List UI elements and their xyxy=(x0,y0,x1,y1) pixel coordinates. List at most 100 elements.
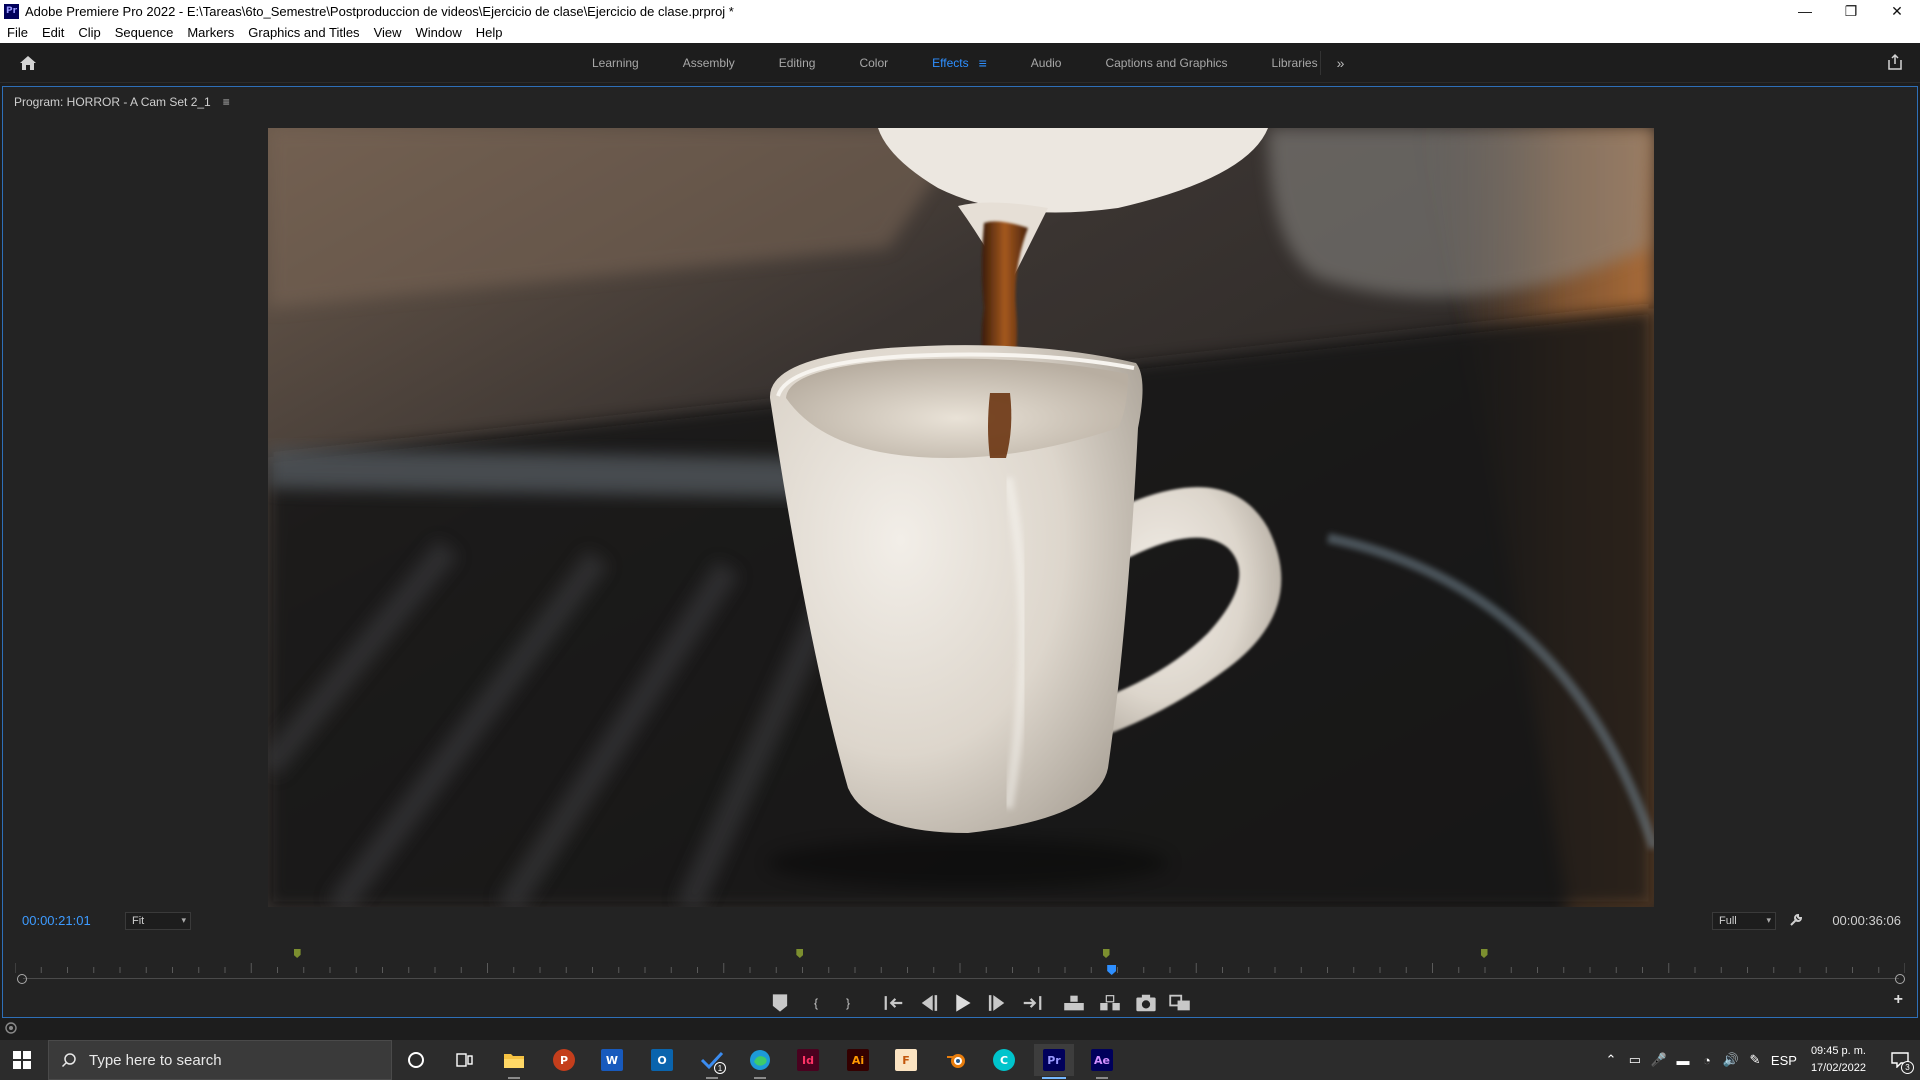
add-button-icon[interactable]: + xyxy=(1894,991,1903,1009)
notification-count: 3 xyxy=(1901,1061,1914,1074)
playback-resolution-dropdown[interactable]: Full ▾ xyxy=(1712,912,1776,930)
tab-audio[interactable]: Audio xyxy=(1009,56,1084,70)
wifi-icon[interactable]: ◔ xyxy=(1695,1053,1719,1068)
workspace-menu-icon[interactable]: ≡ xyxy=(979,55,987,71)
language-indicator[interactable]: ESP xyxy=(1767,1053,1801,1068)
lift-icon[interactable] xyxy=(1063,993,1085,1013)
powerpoint-icon: P xyxy=(553,1049,575,1071)
sequence-marker[interactable] xyxy=(1480,949,1488,958)
window-controls: — ❐ ✕ xyxy=(1782,0,1920,22)
edge-icon xyxy=(750,1050,770,1070)
workspace-tabs: Learning Assembly Editing Color Effects … xyxy=(570,43,1340,83)
menu-bar: File Edit Clip Sequence Markers Graphics… xyxy=(0,22,1920,43)
sequence-marker[interactable] xyxy=(293,949,301,958)
tab-captions-and-graphics[interactable]: Captions and Graphics xyxy=(1083,56,1249,70)
video-frame[interactable] xyxy=(268,128,1654,907)
export-frame-icon[interactable] xyxy=(1135,993,1157,1013)
step-forward-icon[interactable] xyxy=(987,993,1009,1013)
word-icon: W xyxy=(601,1049,623,1071)
share-icon[interactable] xyxy=(1886,53,1904,71)
menu-view[interactable]: View xyxy=(367,25,409,40)
outlook-button[interactable]: O xyxy=(642,1044,682,1076)
wrench-icon[interactable] xyxy=(1788,912,1804,928)
step-back-icon[interactable] xyxy=(917,993,939,1013)
status-icon[interactable] xyxy=(4,1021,18,1035)
zoom-level-dropdown[interactable]: Fit ▾ xyxy=(125,912,191,930)
tab-color[interactable]: Color xyxy=(837,56,910,70)
tab-assembly[interactable]: Assembly xyxy=(661,56,757,70)
menu-graphics-and-titles[interactable]: Graphics and Titles xyxy=(241,25,366,40)
tab-editing[interactable]: Editing xyxy=(757,56,838,70)
panel-menu-icon[interactable]: ≡ xyxy=(223,95,230,109)
tab-learning[interactable]: Learning xyxy=(570,56,661,70)
menu-markers[interactable]: Markers xyxy=(180,25,241,40)
panel-header: Program: HORROR - A Cam Set 2_1 ≡ xyxy=(14,95,230,109)
canva-button[interactable]: C xyxy=(984,1044,1024,1076)
go-to-out-icon[interactable] xyxy=(1021,993,1043,1013)
microphone-icon[interactable]: 🎤 xyxy=(1647,1052,1671,1068)
scrollbar-track xyxy=(23,978,1899,979)
program-monitor-title[interactable]: Program: HORROR - A Cam Set 2_1 xyxy=(14,95,211,109)
volume-icon[interactable]: 🔊 xyxy=(1719,1052,1743,1068)
menu-sequence[interactable]: Sequence xyxy=(108,25,181,40)
menu-window[interactable]: Window xyxy=(409,25,469,40)
comparison-view-icon[interactable] xyxy=(1169,993,1191,1013)
window-title: Adobe Premiere Pro 2022 - E:\Tareas\6to_… xyxy=(25,3,734,19)
blender-button[interactable] xyxy=(936,1044,976,1076)
illustrator-button[interactable]: Ai xyxy=(838,1044,878,1076)
menu-file[interactable]: File xyxy=(0,25,35,40)
workspace-overflow-button[interactable]: » xyxy=(1320,51,1360,75)
taskbar-clock[interactable]: 09:45 p. m. 17/02/2022 xyxy=(1811,1043,1866,1077)
meet-now-icon[interactable]: ▭ xyxy=(1623,1052,1647,1068)
fresco-button[interactable]: F xyxy=(886,1044,926,1076)
chevron-up-icon[interactable]: ⌃ xyxy=(1599,1052,1623,1068)
windows-start-icon[interactable] xyxy=(12,1050,32,1070)
tab-effects-label: Effects xyxy=(932,56,969,70)
close-button[interactable]: ✕ xyxy=(1874,0,1920,22)
play-icon[interactable] xyxy=(951,993,973,1013)
add-marker-icon[interactable] xyxy=(769,993,791,1013)
powerpoint-button[interactable]: P xyxy=(544,1044,584,1076)
todo-badge: 1 xyxy=(714,1062,726,1074)
status-strip xyxy=(0,1018,1920,1038)
taskbar-search-box[interactable]: Type here to search xyxy=(48,1040,392,1080)
mark-in-icon[interactable]: { xyxy=(805,993,827,1013)
system-tray: ⌃ ▭ 🎤 ▬ ◔ 🔊 ✎ ESP 09:45 p. m. 17/02/2022… xyxy=(1599,1040,1920,1080)
edge-button[interactable] xyxy=(740,1044,780,1079)
minimize-button[interactable]: — xyxy=(1782,0,1828,22)
program-monitor-panel: Program: HORROR - A Cam Set 2_1 ≡ 00:00:… xyxy=(2,86,1918,1018)
tab-effects[interactable]: Effects ≡ xyxy=(910,55,1009,71)
indesign-button[interactable]: Id xyxy=(788,1044,828,1076)
chevron-down-icon: ▾ xyxy=(1766,915,1771,925)
menu-edit[interactable]: Edit xyxy=(35,25,71,40)
cortana-button[interactable] xyxy=(396,1044,436,1076)
word-button[interactable]: W xyxy=(592,1044,632,1076)
after-effects-button[interactable]: Ae xyxy=(1082,1044,1122,1079)
maximize-button[interactable]: ❐ xyxy=(1828,0,1874,22)
task-view-button[interactable] xyxy=(444,1044,484,1076)
current-timecode[interactable]: 00:00:21:01 xyxy=(22,913,91,928)
blender-icon xyxy=(947,1054,965,1068)
illustrator-icon: Ai xyxy=(847,1049,869,1071)
premiere-pro-icon: Pr xyxy=(1043,1049,1065,1071)
extract-icon[interactable] xyxy=(1099,993,1121,1013)
sequence-marker[interactable] xyxy=(796,949,804,958)
pen-icon[interactable]: ✎ xyxy=(1743,1052,1767,1068)
go-to-in-icon[interactable] xyxy=(883,993,905,1013)
indesign-icon: Id xyxy=(797,1049,819,1071)
task-view-icon xyxy=(456,1053,473,1067)
sequence-marker[interactable] xyxy=(1102,949,1110,958)
zoom-level-value: Fit xyxy=(132,915,145,927)
premiere-pro-button[interactable]: Pr xyxy=(1034,1044,1074,1079)
home-icon[interactable] xyxy=(18,53,38,73)
playback-resolution-value: Full xyxy=(1719,915,1737,927)
transport-controls: { } xyxy=(3,983,1919,1023)
menu-help[interactable]: Help xyxy=(469,25,510,40)
clock-time: 09:45 p. m. xyxy=(1810,1045,1866,1057)
notification-center-button[interactable]: 3 xyxy=(1880,1040,1920,1080)
todo-button[interactable]: 1 xyxy=(692,1044,732,1079)
battery-icon[interactable]: ▬ xyxy=(1671,1053,1695,1068)
file-explorer-button[interactable] xyxy=(494,1044,534,1079)
menu-clip[interactable]: Clip xyxy=(71,25,107,40)
mark-out-icon[interactable]: } xyxy=(837,993,859,1013)
